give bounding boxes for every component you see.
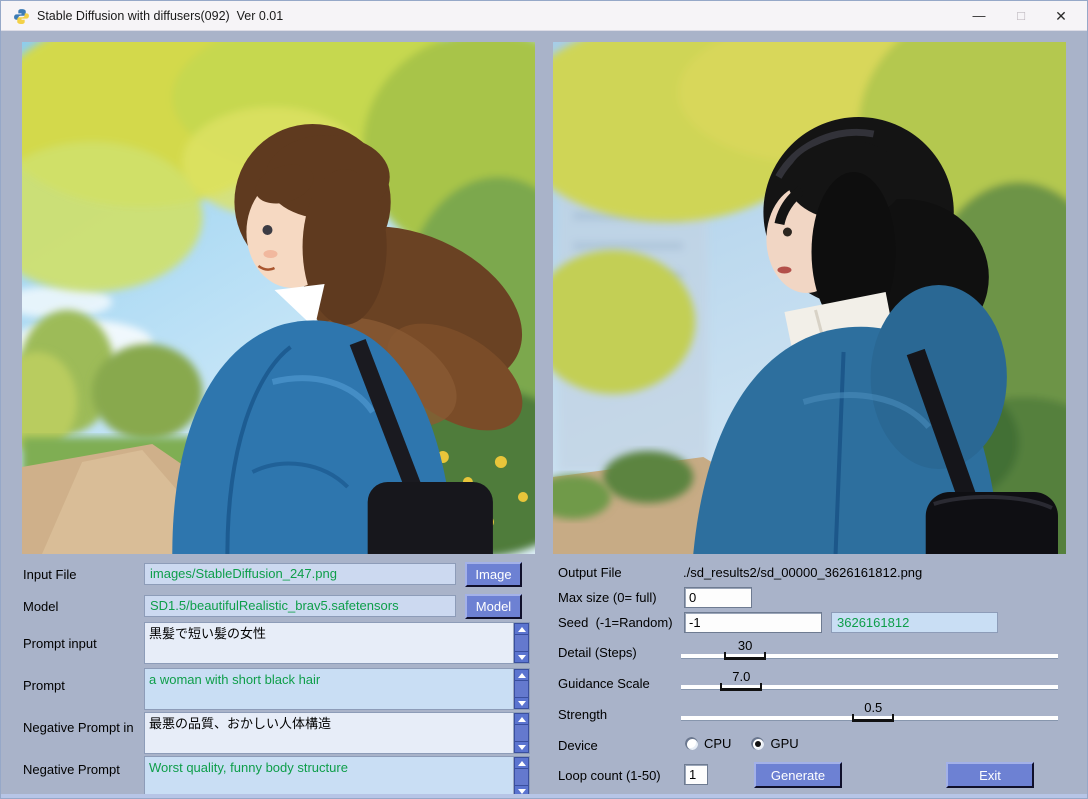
negative-prompt-in-label: Negative Prompt in [23, 720, 134, 735]
model-button[interactable]: Model [465, 594, 522, 619]
guidance-label: Guidance Scale [558, 676, 650, 691]
prompt-textarea[interactable]: a woman with short black hair [144, 668, 530, 710]
close-button[interactable]: ✕ [1041, 1, 1081, 31]
scrollbar[interactable] [513, 713, 529, 753]
titlebar[interactable]: Stable Diffusion with diffusers(092) Ver… [1, 1, 1087, 31]
minimize-button[interactable]: — [959, 1, 999, 31]
scroll-up-icon[interactable] [514, 623, 529, 635]
scrollbar-thumb[interactable] [514, 635, 529, 651]
seed-result-value: 3626161812 [831, 612, 998, 633]
maximize-button[interactable]: □ [1001, 1, 1041, 31]
scroll-down-icon[interactable] [514, 651, 529, 663]
gpu-radio[interactable] [751, 737, 764, 750]
loop-count-input[interactable]: 1 [684, 764, 708, 785]
gpu-radio-label[interactable]: GPU [770, 736, 798, 751]
scrollbar-thumb[interactable] [514, 681, 529, 697]
steps-slider-value: 30 [725, 638, 765, 653]
window-bottom-edge [1, 794, 1087, 798]
loop-count-label: Loop count (1-50) [558, 768, 661, 783]
prompt-label: Prompt [23, 678, 65, 693]
device-radio-group: CPU GPU [685, 736, 813, 751]
scroll-up-icon[interactable] [514, 757, 529, 769]
output-file-value: ./sd_results2/sd_00000_3626161812.png [683, 565, 922, 580]
scrollbar[interactable] [513, 669, 529, 709]
strength-label: Strength [558, 707, 607, 722]
window-title: Stable Diffusion with diffusers(092) Ver… [37, 1, 283, 31]
python-app-icon [13, 8, 30, 25]
image-button[interactable]: Image [465, 562, 522, 587]
cpu-radio[interactable] [685, 737, 698, 750]
steps-slider-handle[interactable] [724, 652, 766, 660]
device-label: Device [558, 738, 598, 753]
negative-prompt-in-textarea[interactable]: 最悪の品質、おかしい人体構造 [144, 712, 530, 754]
steps-slider[interactable]: 30 [681, 637, 1058, 663]
scroll-down-icon[interactable] [514, 697, 529, 709]
output-file-label: Output File [558, 565, 622, 580]
scroll-down-icon[interactable] [514, 741, 529, 753]
output-image-preview [553, 42, 1066, 554]
model-field[interactable]: SD1.5/beautifulRealistic_brav5.safetenso… [144, 595, 456, 617]
steps-label: Detail (Steps) [558, 645, 637, 660]
max-size-input[interactable]: 0 [684, 587, 752, 608]
negative-prompt-label: Negative Prompt [23, 762, 120, 777]
strength-slider-handle[interactable] [852, 714, 894, 722]
prompt-input-label: Prompt input [23, 636, 97, 651]
exit-button[interactable]: Exit [946, 762, 1034, 788]
strength-slider[interactable]: 0.5 [681, 699, 1058, 725]
scroll-up-icon[interactable] [514, 669, 529, 681]
max-size-label: Max size (0= full) [558, 590, 657, 605]
scroll-up-icon[interactable] [514, 713, 529, 725]
strength-slider-value: 0.5 [853, 700, 893, 715]
negative-prompt-textarea[interactable]: Worst quality, funny body structure [144, 756, 530, 798]
seed-label: Seed (-1=Random) [558, 615, 673, 630]
input-image-preview [22, 42, 535, 554]
scrollbar-thumb[interactable] [514, 769, 529, 785]
model-label: Model [23, 599, 58, 614]
scrollbar[interactable] [513, 757, 529, 797]
prompt-input-textarea[interactable]: 黒髪で短い髪の女性 [144, 622, 530, 664]
generate-button[interactable]: Generate [754, 762, 842, 788]
app-window: Stable Diffusion with diffusers(092) Ver… [0, 0, 1088, 799]
guidance-slider-value: 7.0 [721, 669, 761, 684]
cpu-radio-label[interactable]: CPU [704, 736, 731, 751]
guidance-slider[interactable]: 7.0 [681, 668, 1058, 694]
input-file-label: Input File [23, 567, 76, 582]
seed-input[interactable]: -1 [684, 612, 822, 633]
input-file-field[interactable]: images/StableDiffusion_247.png [144, 563, 456, 585]
scrollbar[interactable] [513, 623, 529, 663]
scrollbar-thumb[interactable] [514, 725, 529, 741]
guidance-slider-handle[interactable] [720, 683, 762, 691]
